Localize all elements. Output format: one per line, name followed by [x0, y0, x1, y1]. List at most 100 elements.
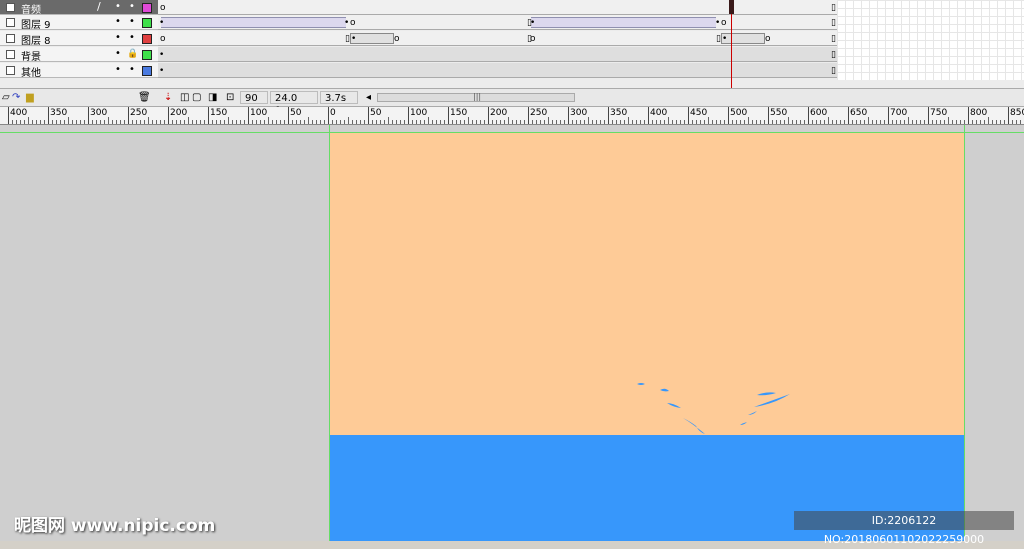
- ruler-minor-tick: [384, 120, 385, 124]
- ruler-label: 650: [850, 108, 868, 118]
- stage[interactable]: [330, 133, 964, 541]
- keyframe-end[interactable]: ▯: [716, 34, 721, 44]
- guide-line-right[interactable]: [964, 125, 965, 541]
- layer-row-9[interactable]: 图层 9 • •: [0, 15, 158, 31]
- keyframe-empty[interactable]: o: [160, 34, 166, 44]
- keyframe-empty[interactable]: o: [160, 3, 166, 13]
- ruler-major-tick: [1008, 107, 1009, 124]
- keyframe[interactable]: •: [159, 66, 164, 76]
- ruler-major-tick: [568, 107, 569, 124]
- keyframe[interactable]: •: [530, 18, 535, 28]
- scrollbar-grip-icon[interactable]: |||: [473, 92, 481, 101]
- splash-drop: [637, 383, 645, 385]
- layer-row-8[interactable]: 图层 8 • •: [0, 31, 158, 47]
- layer-color-box[interactable]: [142, 3, 152, 13]
- layer-color-box[interactable]: [142, 50, 152, 60]
- lock-dot[interactable]: •: [129, 1, 135, 12]
- layer-row-other[interactable]: 其他 • •: [0, 63, 158, 79]
- keyframe[interactable]: •: [159, 18, 164, 28]
- ruler-minor-tick: [804, 120, 805, 124]
- layer-color-box[interactable]: [142, 34, 152, 44]
- keyframe[interactable]: •: [715, 18, 720, 28]
- ruler-minor-tick: [404, 120, 405, 124]
- playhead-handle[interactable]: [729, 0, 734, 14]
- keyframe[interactable]: •: [159, 50, 164, 60]
- layer-color-box[interactable]: [142, 66, 152, 76]
- edit-multiple-frames-icon[interactable]: ◨: [208, 92, 217, 103]
- modify-onion-markers-icon[interactable]: ⊡: [226, 92, 234, 103]
- ruler-minor-tick: [776, 120, 777, 124]
- ruler-minor-tick: [944, 120, 945, 124]
- ruler-label: 300: [90, 108, 108, 118]
- ruler-minor-tick: [428, 117, 429, 124]
- keyframe-empty[interactable]: o: [530, 34, 536, 44]
- keyframe[interactable]: •: [344, 18, 349, 28]
- lock-icon[interactable]: 🔒: [127, 49, 138, 59]
- frames-layer-8[interactable]: o ▯ • o ▯ o ▯ • o ▯: [158, 31, 837, 46]
- timeline-scrollbar[interactable]: |||: [377, 92, 575, 102]
- static-frames[interactable]: [721, 33, 765, 44]
- visibility-dot[interactable]: •: [115, 48, 121, 59]
- add-motion-guide-icon[interactable]: ↷: [12, 92, 20, 103]
- keyframe-end[interactable]: ▯: [831, 50, 836, 60]
- ruler-minor-tick: [292, 120, 293, 124]
- ruler-minor-tick: [652, 120, 653, 124]
- keyframe-empty[interactable]: o: [721, 18, 727, 28]
- layer-row-audio[interactable]: 音频 / • •: [0, 0, 158, 16]
- keyframe-empty[interactable]: o: [765, 34, 771, 44]
- horizontal-ruler: 400 350 300 250 200 150 100 50 0 50 100 150 200 250 30…: [0, 107, 1024, 125]
- ruler-minor-tick: [784, 120, 785, 124]
- splash-drop: [754, 394, 790, 407]
- ruler-minor-tick: [72, 120, 73, 124]
- motion-tween[interactable]: [531, 17, 716, 28]
- ruler-minor-tick: [752, 120, 753, 124]
- layer-color-box[interactable]: [142, 18, 152, 28]
- visibility-dot[interactable]: •: [115, 1, 121, 12]
- keyframe[interactable]: •: [351, 34, 356, 44]
- keyframe-empty[interactable]: o: [350, 18, 356, 28]
- lock-dot[interactable]: •: [129, 64, 135, 75]
- delete-layer-icon[interactable]: 🗑: [138, 92, 151, 103]
- ruler-label: 50: [370, 108, 382, 118]
- layer-row-background[interactable]: 背景 • 🔒: [0, 47, 158, 63]
- keyframe[interactable]: •: [722, 34, 727, 44]
- layer-name: 其他: [21, 68, 41, 79]
- frames-audio[interactable]: o ▯: [158, 0, 837, 15]
- ruler-minor-tick: [80, 120, 81, 124]
- static-frames[interactable]: [350, 33, 394, 44]
- ruler-minor-tick: [840, 120, 841, 124]
- center-frame-icon[interactable]: ⇣: [164, 92, 172, 103]
- keyframe-end[interactable]: ▯: [831, 18, 836, 28]
- motion-tween[interactable]: [161, 17, 346, 28]
- frames-other[interactable]: • ▯: [158, 63, 837, 78]
- ruler-minor-tick: [820, 120, 821, 124]
- frames-background[interactable]: • ▯: [158, 47, 837, 62]
- ruler-minor-tick: [624, 120, 625, 124]
- keyframe-end[interactable]: ▯: [831, 3, 836, 13]
- onion-skin-icon[interactable]: ◫: [180, 92, 189, 103]
- onion-skin-outline-icon[interactable]: ▢: [192, 92, 201, 103]
- ruler-minor-tick: [816, 120, 817, 124]
- visibility-dot[interactable]: •: [115, 16, 121, 27]
- ruler-minor-tick: [436, 120, 437, 124]
- lock-dot[interactable]: •: [129, 32, 135, 43]
- frames-layer-9[interactable]: • • o ▯ • • o ▯: [158, 15, 837, 30]
- ruler-minor-tick: [120, 120, 121, 124]
- ruler-minor-tick: [40, 120, 41, 124]
- visibility-dot[interactable]: •: [115, 64, 121, 75]
- keyframe-end[interactable]: ▯: [831, 34, 836, 44]
- keyframe-empty[interactable]: o: [394, 34, 400, 44]
- insert-folder-icon[interactable]: ▆: [26, 92, 34, 103]
- ruler-minor-tick: [892, 120, 893, 124]
- ruler-major-tick: [608, 107, 609, 124]
- lock-dot[interactable]: •: [129, 16, 135, 27]
- guide-line-left[interactable]: [329, 125, 330, 541]
- water-splash[interactable]: [330, 133, 964, 541]
- visibility-dot[interactable]: •: [115, 32, 121, 43]
- scroll-left-icon[interactable]: ◂: [366, 92, 371, 103]
- insert-layer-icon[interactable]: ▱: [2, 92, 10, 103]
- ruler-minor-tick: [400, 120, 401, 124]
- keyframe-end[interactable]: ▯: [831, 66, 836, 76]
- keyframe-end[interactable]: ▯: [345, 34, 350, 44]
- ruler-minor-tick: [224, 120, 225, 124]
